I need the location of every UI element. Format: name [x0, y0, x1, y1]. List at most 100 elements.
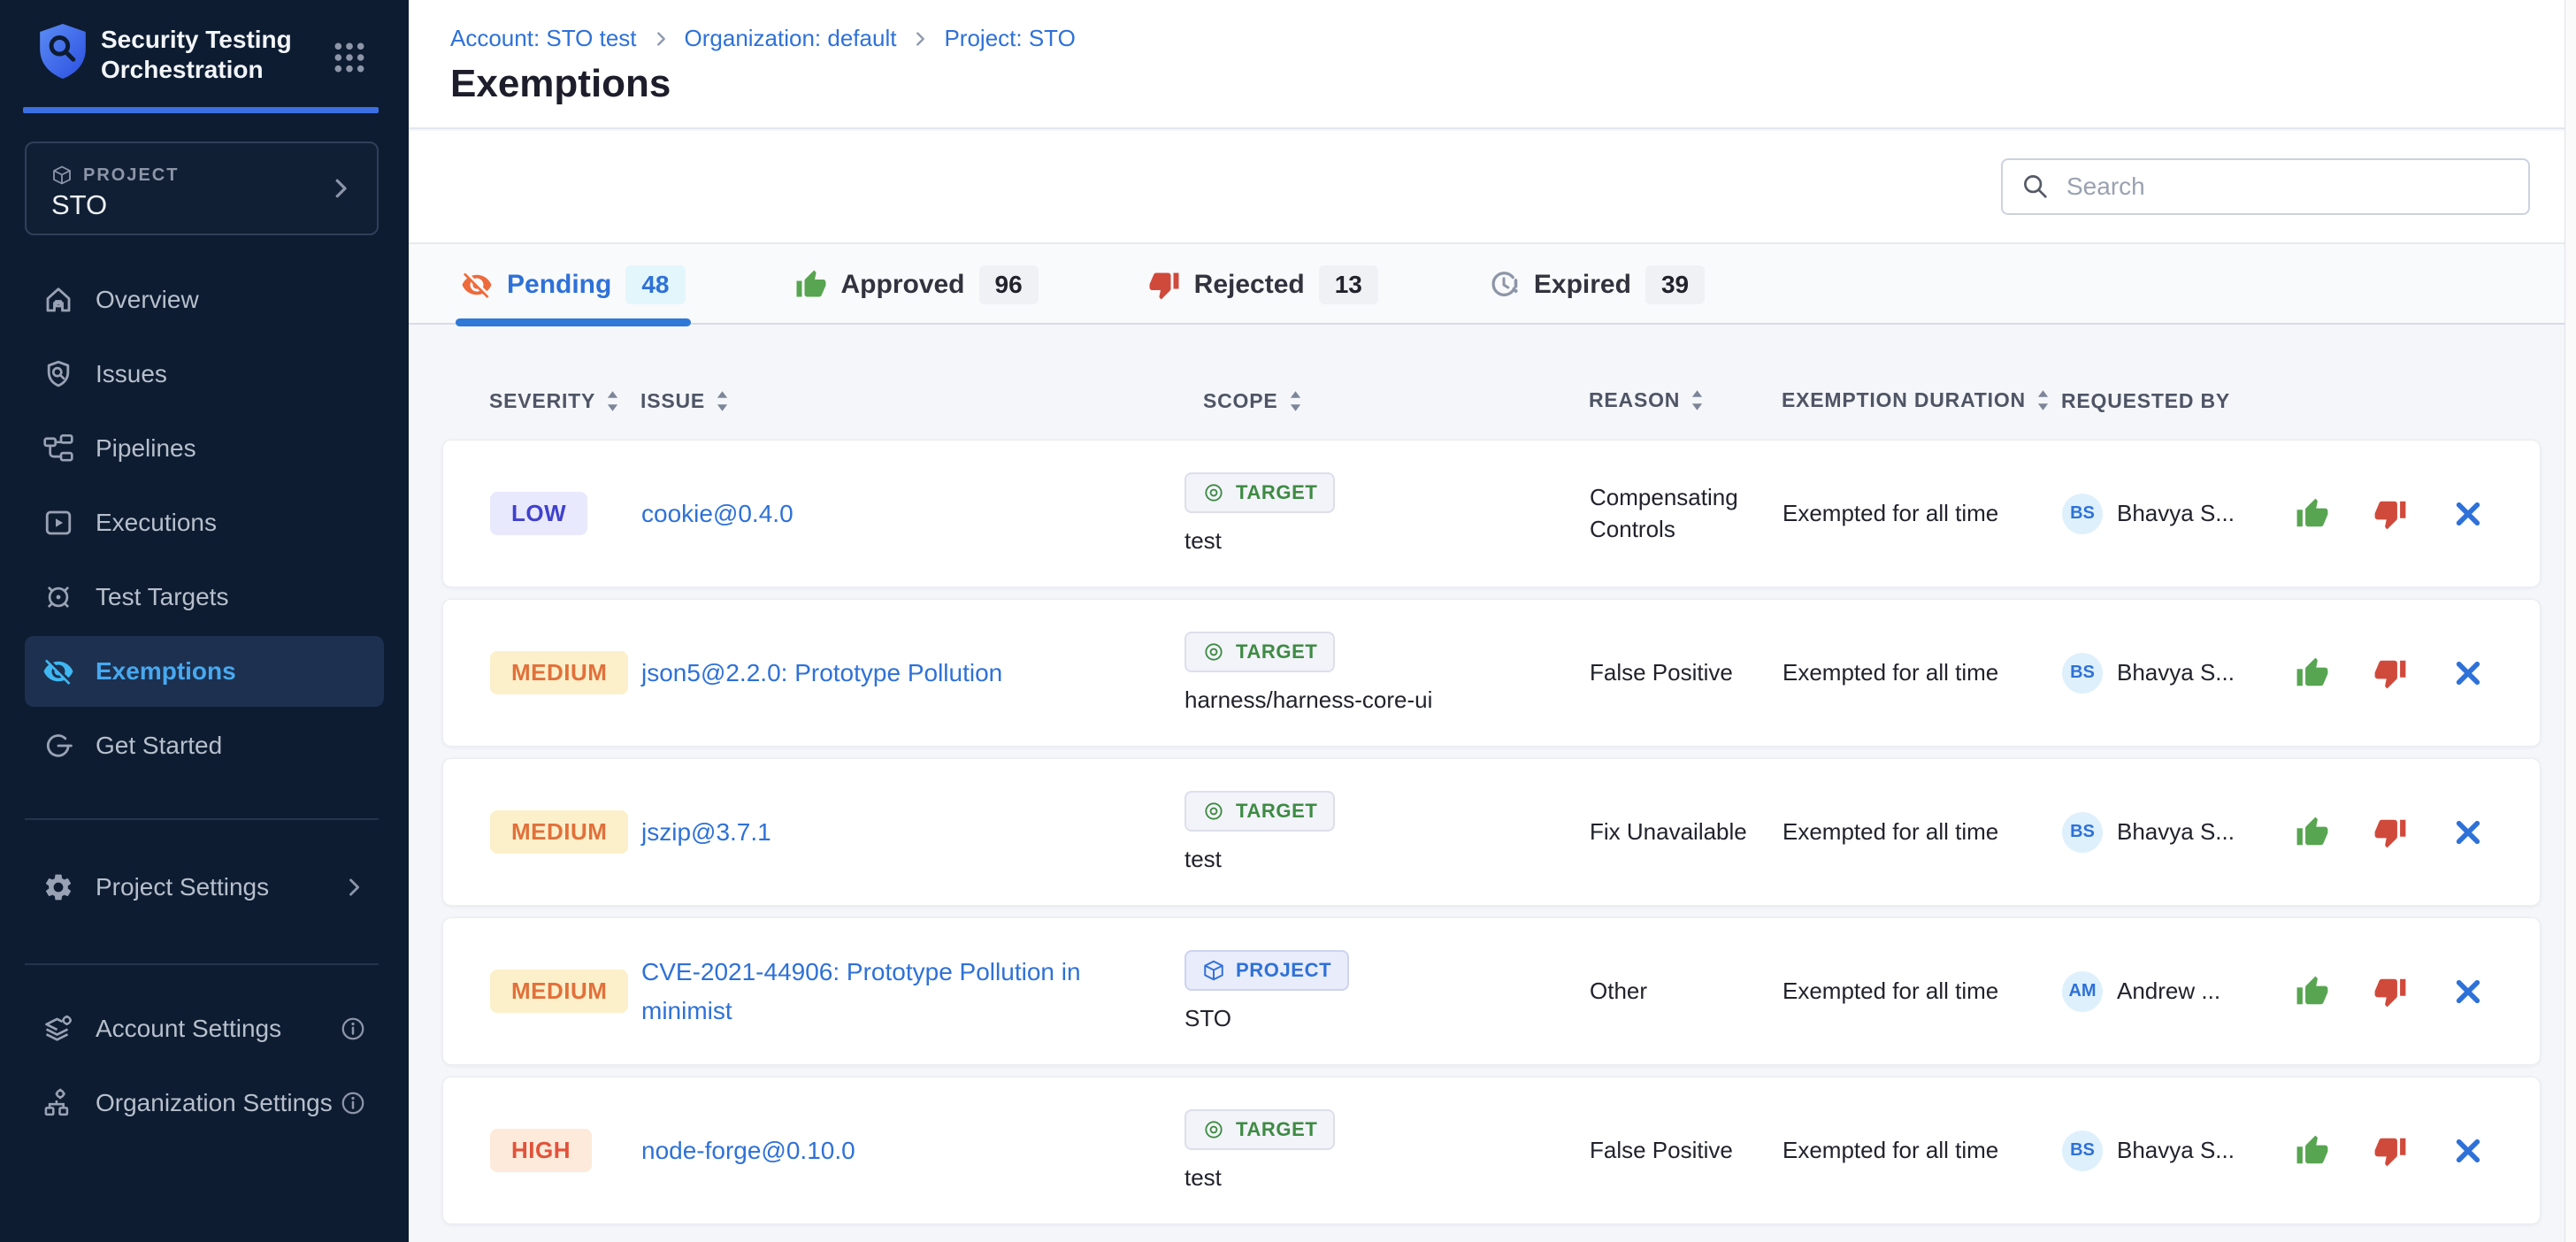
reject-button[interactable]: [2373, 656, 2408, 691]
approve-button[interactable]: [2295, 815, 2330, 850]
avatar: BS: [2062, 494, 2103, 534]
column-header-reason[interactable]: REASON: [1589, 387, 1764, 414]
project-selector[interactable]: PROJECT STO: [25, 142, 379, 235]
sort-icon: [1690, 389, 1704, 411]
column-header-scope[interactable]: SCOPE: [1203, 389, 1302, 413]
issue-link[interactable]: node-forge@0.10.0: [641, 1131, 855, 1169]
exemption-duration: Exempted for all time: [1782, 657, 2062, 688]
sidebar-nav: Overview Issues: [25, 264, 384, 781]
requested-by-name: Bhavya S...: [2117, 659, 2235, 686]
approve-button[interactable]: [2295, 496, 2330, 532]
avatar: BS: [2062, 1131, 2103, 1171]
sidebar-item-label: Pipelines: [96, 434, 196, 463]
sidebar-header: Security Testing Orchestration: [0, 0, 409, 108]
app-root: Security Testing Orchestration PROJECT S…: [0, 0, 2576, 1242]
tab-pending[interactable]: Pending 48: [456, 244, 691, 325]
tab-expired[interactable]: Expired 39: [1483, 244, 1710, 325]
sidebar-item-exemptions[interactable]: Exemptions: [25, 636, 384, 707]
avatar: BS: [2062, 812, 2103, 853]
requested-by-name: Bhavya S...: [2117, 1137, 2235, 1164]
scope-badge: TARGET: [1184, 632, 1335, 672]
reason: False Positive: [1590, 1135, 1782, 1166]
cancel-button[interactable]: [2450, 815, 2486, 850]
table-row: MEDIUM jszip@3.7.1 TARGET test Fix Unava…: [442, 758, 2541, 906]
cube-icon: [1202, 959, 1225, 982]
sidebar-item-pipelines[interactable]: Pipelines: [25, 413, 384, 484]
sidebar-item-executions[interactable]: Executions: [25, 487, 384, 558]
exemption-duration: Exempted for all time: [1782, 816, 2062, 847]
reject-button[interactable]: [2373, 496, 2408, 532]
info-icon[interactable]: [340, 1090, 366, 1116]
table-body: LOW cookie@0.4.0 TARGET test Compensatin…: [442, 440, 2541, 1224]
approve-button[interactable]: [2295, 656, 2330, 691]
app-grid-icon[interactable]: [333, 41, 366, 74]
scrollbar-track[interactable]: [2564, 0, 2576, 1242]
reject-button[interactable]: [2373, 1133, 2408, 1169]
sidebar-item-label: Executions: [96, 509, 217, 537]
issue-link[interactable]: CVE-2021-44906: Prototype Pollution in m…: [641, 953, 1154, 1030]
table-row: MEDIUM json5@2.2.0: Prototype Pollution …: [442, 599, 2541, 747]
scope-badge: TARGET: [1184, 1109, 1335, 1150]
sidebar-item-issues[interactable]: Issues: [25, 339, 384, 410]
cancel-button[interactable]: [2450, 656, 2486, 691]
thumbs-up-icon: [795, 269, 827, 301]
sidebar-item-get-started[interactable]: Get Started: [25, 710, 384, 781]
target-icon: [1202, 800, 1225, 823]
breadcrumb: Account: STO test Organization: default …: [450, 25, 1076, 52]
chevron-right-icon: [327, 175, 354, 202]
column-header-severity[interactable]: SEVERITY: [489, 389, 640, 413]
tab-approved[interactable]: Approved 96: [790, 244, 1044, 325]
reason: Fix Unavailable: [1590, 816, 1782, 847]
cancel-button[interactable]: [2450, 974, 2486, 1009]
shield-search-icon: [42, 358, 74, 390]
home-icon: [42, 284, 74, 316]
table-header-row: SEVERITY ISSUE SCOPE REASON EXEMPTION DU…: [442, 381, 2541, 420]
reject-button[interactable]: [2373, 974, 2408, 1009]
sort-icon: [2036, 389, 2050, 411]
approve-button[interactable]: [2295, 974, 2330, 1009]
column-header-requested-by: REQUESTED BY: [2061, 389, 2230, 413]
sidebar-item-test-targets[interactable]: Test Targets: [25, 562, 384, 632]
tab-count-badge: 39: [1645, 265, 1705, 304]
cube-icon: [51, 165, 73, 186]
issue-link[interactable]: json5@2.2.0: Prototype Pollution: [641, 654, 1002, 692]
breadcrumb-account[interactable]: Account: STO test: [450, 25, 637, 52]
search-icon: [2020, 172, 2051, 202]
tab-label: Pending: [507, 270, 611, 300]
column-header-issue[interactable]: ISSUE: [640, 389, 1154, 413]
issue-link[interactable]: cookie@0.4.0: [641, 494, 794, 533]
cancel-button[interactable]: [2450, 1133, 2486, 1169]
target-icon: [1202, 481, 1225, 504]
breadcrumb-project[interactable]: Project: STO: [944, 25, 1075, 52]
cancel-button[interactable]: [2450, 496, 2486, 532]
scope-type: TARGET: [1236, 640, 1317, 663]
sort-icon: [1289, 390, 1302, 412]
sto-shield-logo-icon: [35, 21, 90, 81]
sidebar-item-overview[interactable]: Overview: [25, 264, 384, 335]
breadcrumb-organization[interactable]: Organization: default: [685, 25, 897, 52]
scope-value: test: [1184, 846, 1222, 873]
info-icon[interactable]: [340, 1016, 366, 1042]
scope-type: TARGET: [1236, 481, 1317, 504]
sidebar-item-project-settings[interactable]: Project Settings: [25, 852, 384, 923]
gear-icon: [42, 871, 74, 903]
approve-button[interactable]: [2295, 1133, 2330, 1169]
search-input[interactable]: [2001, 158, 2530, 215]
issue-link[interactable]: jszip@3.7.1: [641, 813, 771, 851]
exemption-duration: Exempted for all time: [1782, 1135, 2062, 1166]
column-header-exemption-duration[interactable]: EXEMPTION DURATION: [1782, 387, 2061, 414]
pipeline-icon: [42, 433, 74, 464]
sidebar-divider: [25, 963, 379, 965]
severity-badge: MEDIUM: [490, 970, 628, 1013]
severity-badge: HIGH: [490, 1129, 592, 1172]
org-gear-icon: [42, 1087, 74, 1119]
sidebar-item-organization-settings[interactable]: Organization Settings: [25, 1068, 384, 1138]
sidebar-item-account-settings[interactable]: Account Settings: [25, 993, 384, 1064]
target-icon: [1202, 640, 1225, 663]
tab-rejected[interactable]: Rejected 13: [1143, 244, 1384, 325]
tab-count-badge: 13: [1319, 265, 1378, 304]
scope-badge: PROJECT: [1184, 950, 1349, 991]
reject-button[interactable]: [2373, 815, 2408, 850]
sidebar-item-label: Account Settings: [96, 1015, 281, 1043]
chevron-right-icon: [910, 29, 930, 49]
